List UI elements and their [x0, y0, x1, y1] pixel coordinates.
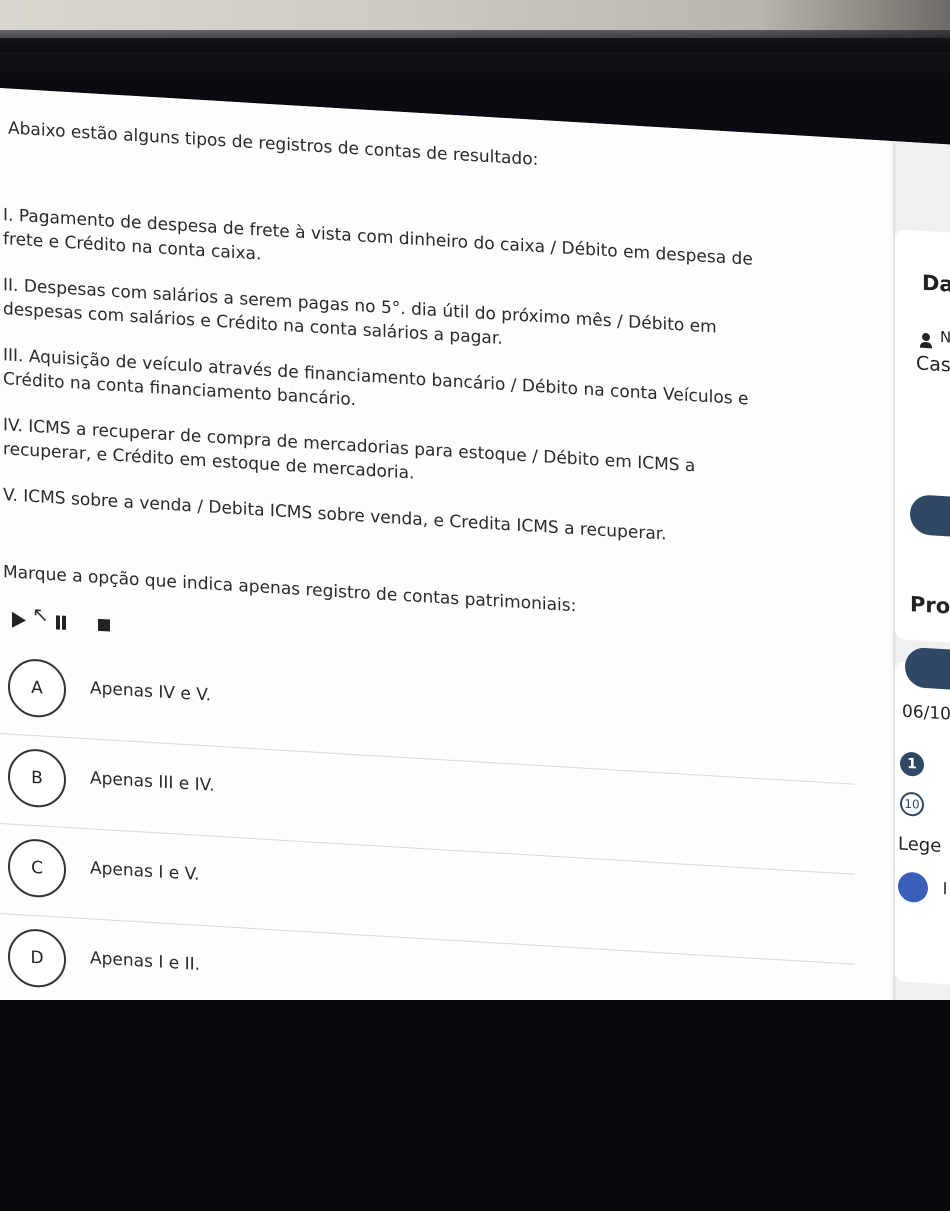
- legend-title: Lege: [898, 833, 942, 857]
- monitor-screen: Abaixo estão alguns tipos de registros d…: [0, 88, 950, 1145]
- sidebar-progress-bar: [905, 646, 950, 690]
- play-icon[interactable]: [12, 611, 26, 629]
- intro-text: Abaixo estão alguns tipos de registros d…: [8, 118, 539, 170]
- question-nav-10[interactable]: 10: [900, 791, 924, 817]
- question-prompt: Marque a opção que indica apenas registr…: [3, 562, 577, 617]
- bottom-bezel: [0, 1000, 950, 1211]
- sidebar-title: Da: [922, 270, 950, 297]
- option-b-letter[interactable]: B: [8, 747, 66, 809]
- question-counter: 06/10: [902, 701, 950, 725]
- sidebar-subtitle: Cas: [916, 352, 950, 377]
- option-b-text: Apenas III e IV.: [90, 768, 215, 796]
- option-c-letter[interactable]: C: [8, 837, 66, 899]
- option-c-text: Apenas I e V.: [90, 858, 200, 885]
- pause-icon[interactable]: [56, 615, 66, 630]
- option-d-letter[interactable]: D: [8, 927, 66, 989]
- stop-icon[interactable]: [98, 618, 110, 632]
- sidebar-user-name: N: [940, 327, 950, 347]
- sidebar-section-title: Pro: [910, 592, 950, 619]
- top-bezel: [0, 30, 950, 52]
- option-a-letter[interactable]: A: [8, 657, 66, 719]
- legend-label-fragment: [944, 882, 946, 895]
- option-a-text: Apenas IV e V.: [90, 678, 212, 706]
- question-panel: Abaixo estão alguns tipos de registros d…: [0, 88, 890, 1145]
- question-nav-1[interactable]: 1: [900, 751, 924, 777]
- photo-frame: Abaixo estão alguns tipos de registros d…: [0, 0, 950, 1211]
- option-d-text: Apenas I e II.: [90, 948, 201, 975]
- user-icon: [920, 332, 932, 349]
- audio-controls: ↖: [12, 602, 110, 637]
- mouse-cursor-icon: ↖: [32, 601, 49, 627]
